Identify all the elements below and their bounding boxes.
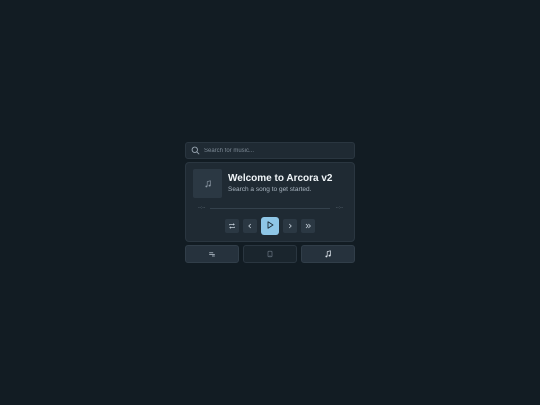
double-chevron-right-icon (304, 217, 312, 235)
music-note-icon (324, 245, 332, 263)
tab-library[interactable] (301, 245, 355, 263)
current-time: --:-- (198, 205, 206, 210)
search-bar[interactable] (185, 142, 355, 159)
chevron-right-icon (286, 217, 294, 235)
repeat-icon (228, 217, 236, 235)
tablet-icon (266, 245, 274, 263)
total-time: --:-- (335, 205, 343, 210)
play-icon (265, 217, 275, 235)
queue-list-icon (208, 245, 216, 263)
search-icon (191, 146, 200, 155)
music-note-icon (204, 175, 212, 193)
tab-lyrics[interactable] (243, 245, 297, 263)
now-playing-card: Welcome to Arcora v2 Search a song to ge… (185, 162, 355, 242)
music-player-app: Welcome to Arcora v2 Search a song to ge… (185, 142, 355, 263)
skip-forward-button[interactable] (301, 219, 315, 233)
progress-bar[interactable] (210, 208, 330, 209)
next-button[interactable] (283, 219, 297, 233)
previous-button[interactable] (243, 219, 257, 233)
album-art (193, 169, 222, 198)
track-subtitle: Search a song to get started. (228, 186, 312, 193)
search-input[interactable] (200, 143, 354, 158)
repeat-button[interactable] (225, 219, 239, 233)
play-button[interactable] (261, 217, 279, 235)
playback-controls (186, 217, 354, 235)
bottom-tabs (185, 245, 355, 263)
track-title: Welcome to Arcora v2 (228, 173, 333, 184)
tab-queue[interactable] (185, 245, 239, 263)
chevron-left-icon (246, 217, 254, 235)
